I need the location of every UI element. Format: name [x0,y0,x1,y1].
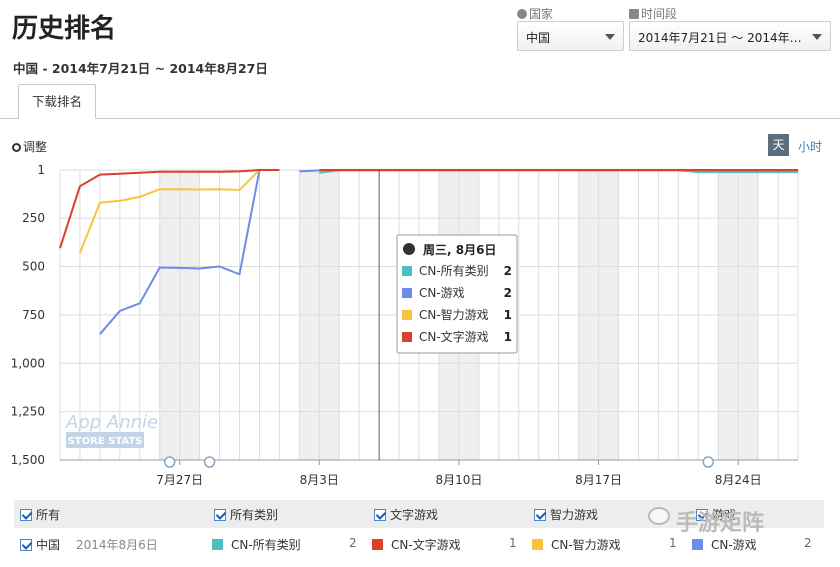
wechat-icon [648,507,670,525]
checkbox-icon [20,539,32,551]
tooltip-swatch [402,310,412,320]
y-tick-label: 1,000 [11,356,45,370]
adjust-button[interactable]: 调整 [12,138,47,155]
legend-series-word-games: CN-文字游戏 [372,536,461,553]
checkbox-icon [20,509,32,521]
annotation-marker-icon [702,456,714,468]
x-tick-label: 8月17日 [575,473,622,487]
legend-rank: 2 [804,536,812,550]
legend-toggle-word-games[interactable]: 文字游戏 [374,506,438,523]
page-subtitle: 中国 - 2014年7月21日 ~ 2014年8月27日 [13,61,268,76]
series-swatch [532,539,543,550]
y-tick-label: 500 [22,260,45,274]
watermark-text: STORE STATS [68,436,143,447]
checkbox-icon [214,509,226,521]
legend-series-all-categories: CN-所有类别 [212,536,301,553]
legend-series-puzzle-games: CN-智力游戏 [532,536,621,553]
tooltip-swatch [402,266,412,276]
annotation-marker-icon [203,456,216,468]
legend-toggle-all-categories[interactable]: 所有类别 [214,506,278,523]
y-tick-label: 750 [22,308,45,322]
tooltip-series-name: CN-游戏 [419,286,465,300]
tab-download-rank[interactable]: 下载排名 [18,84,96,119]
y-tick-label: 1 [37,163,45,177]
globe-icon [403,243,415,255]
y-tick-label: 1,500 [11,453,45,467]
y-tick-label: 250 [22,211,45,225]
tooltip-swatch [402,332,412,342]
legend-series-games: CN-游戏 [692,536,757,553]
tooltip-series-value: 1 [504,308,512,322]
chevron-down-icon [812,34,822,40]
legend-toggle-all[interactable]: 所有 [20,506,60,523]
country-select[interactable]: 中国 [517,21,624,51]
tooltip-series-value: 2 [504,264,512,278]
checkbox-icon [374,509,386,521]
legend-toggle-country[interactable]: 中国 [20,536,60,553]
tooltip-swatch [402,288,412,298]
globe-icon [517,9,527,19]
x-tick-label: 8月10日 [435,473,482,487]
legend-date: 2014年8月6日 [76,538,158,552]
watermark-text: App Annie [65,412,158,433]
tooltip-series-name: CN-智力游戏 [419,307,489,322]
rank-history-chart[interactable]: 1 250 500 750 1,000 1,250 1,500 7月27日 8月3日 8月10日 8… [0,160,840,495]
tooltip-series-name: CN-文字游戏 [419,329,489,344]
period-filter-label: 时间段 [629,5,677,22]
legend-rank: 2 [349,536,357,550]
y-tick-label: 1,250 [11,405,45,419]
zoom-icon [12,143,21,152]
x-tick-label: 8月24日 [715,473,762,487]
granularity-day-button[interactable]: 天 [768,134,789,156]
tab-divider [0,118,840,119]
x-tick-label: 7月27日 [156,473,203,487]
page-title: 历史排名 [12,14,117,44]
checkbox-icon [534,509,546,521]
tooltip-series-name: CN-所有类别 [419,264,489,278]
calendar-icon [629,9,639,19]
series-swatch [372,539,383,550]
legend-toggle-puzzle-games[interactable]: 智力游戏 [534,506,598,523]
series-swatch [212,539,223,550]
tooltip-title: 周三, 8月6日 [423,243,496,257]
granularity-hour-button[interactable]: 小时 [798,138,822,155]
x-tick-label: 8月3日 [300,473,339,487]
overlay-watermark: 手游矩阵 [676,511,765,536]
country-filter-label: 国家 [517,5,553,22]
annotation-marker-icon [163,456,176,468]
tooltip-series-value: 1 [504,330,512,344]
chevron-down-icon [605,34,615,40]
series-swatch [692,539,703,550]
period-select[interactable]: 2014年7月21日 ～ 2014年8月27日 [629,21,831,51]
legend-rank: 1 [669,536,677,550]
tooltip-series-value: 2 [504,286,512,300]
legend-rank: 1 [509,536,517,550]
